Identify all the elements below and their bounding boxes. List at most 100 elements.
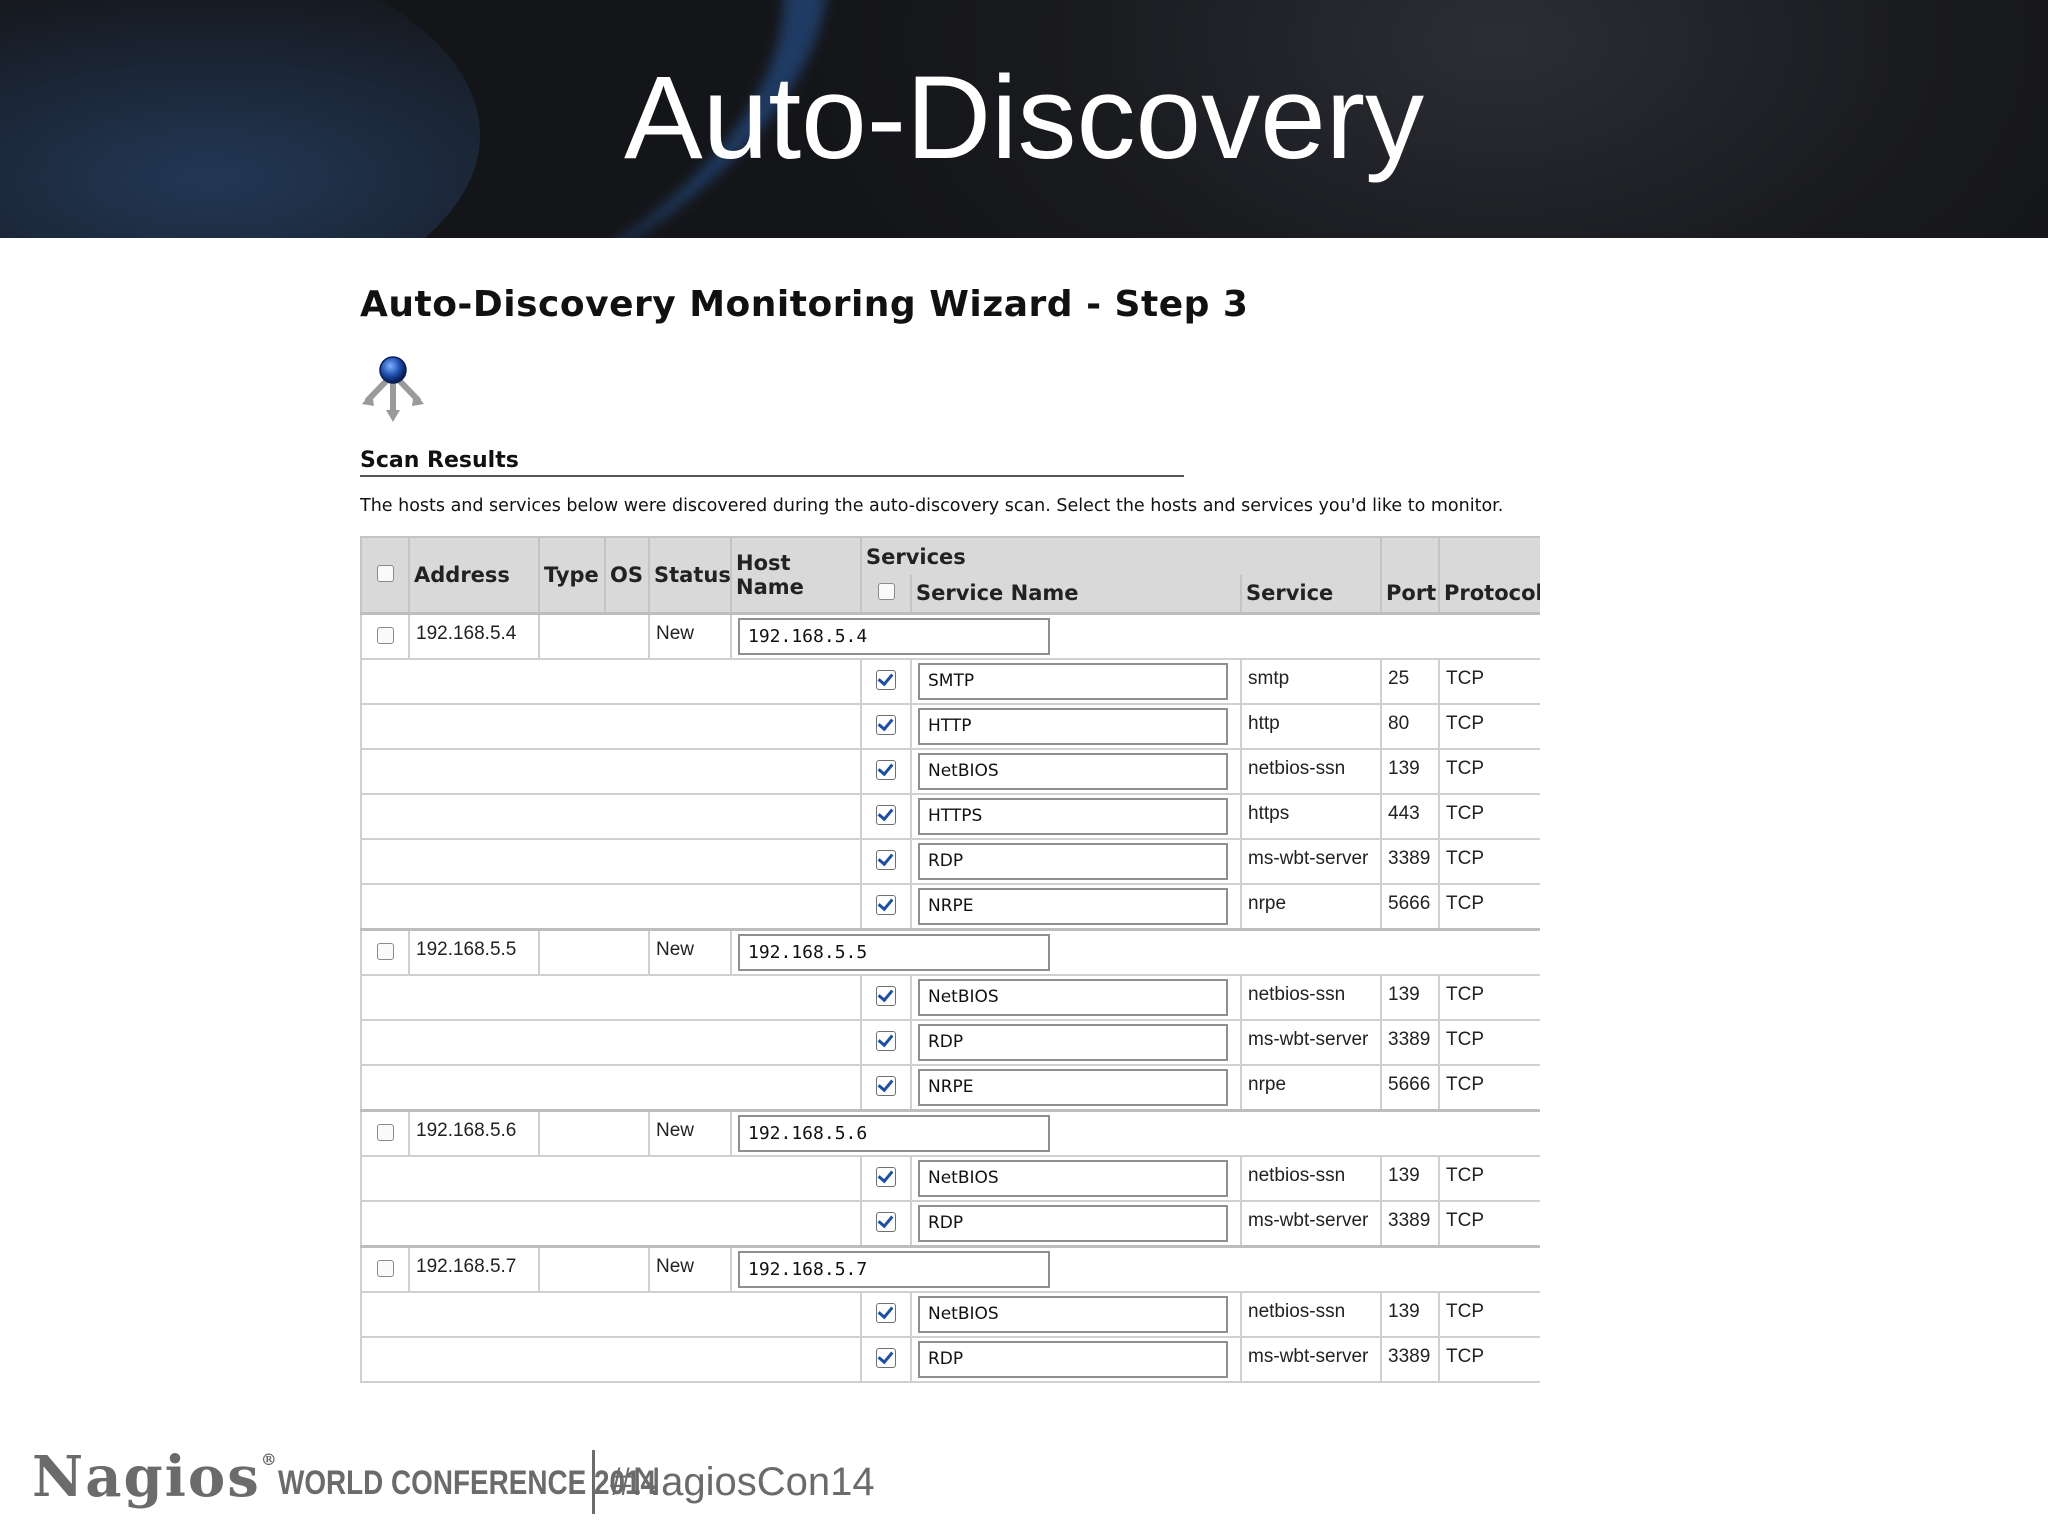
host-row: 192.168.5.7 New 192.168.5.7 [360, 1244, 1540, 1293]
host-status: New [656, 1119, 695, 1141]
service-protocol: TCP [1446, 1028, 1484, 1050]
service-name-input[interactable]: RDP [918, 1340, 1228, 1378]
service-checkbox-checked[interactable] [876, 669, 896, 690]
conference-name: WORLD CONFERENCE 2014 [278, 1464, 656, 1502]
service-row: NetBIOS netbios-ssn 139 TCP [360, 747, 1540, 795]
header-os: OS [604, 536, 650, 614]
service-checkbox-checked[interactable] [876, 804, 896, 825]
nagios-brand: Nagios [32, 1444, 261, 1510]
service-row: RDP ms-wbt-server 3389 TCP [360, 1335, 1540, 1383]
service-name-input[interactable]: NRPE [918, 1068, 1228, 1106]
host-select-checkbox[interactable] [376, 1123, 394, 1141]
header-status: Status [648, 536, 732, 614]
service-service: ms-wbt-server [1248, 847, 1369, 869]
service-name-input[interactable]: SMTP [918, 662, 1228, 700]
service-checkbox-checked[interactable] [876, 849, 896, 870]
service-row: NRPE nrpe 5666 TCP [360, 1063, 1540, 1111]
service-row: NetBIOS netbios-ssn 139 TCP [360, 1154, 1540, 1202]
service-name-input[interactable]: HTTPS [918, 797, 1228, 835]
service-port: 5666 [1388, 892, 1431, 914]
service-row: RDP ms-wbt-server 3389 TCP [360, 1199, 1540, 1247]
service-name-input[interactable]: NetBIOS [918, 978, 1228, 1016]
header-host-name: Host Name [730, 536, 862, 614]
service-checkbox-checked[interactable] [876, 1166, 896, 1187]
service-port: 3389 [1388, 1209, 1431, 1231]
service-service: netbios-ssn [1248, 757, 1346, 779]
slide-title: Auto-Discovery [623, 52, 1424, 184]
header-service-name: Service Name [910, 575, 1242, 614]
service-protocol: TCP [1446, 1073, 1484, 1095]
host-name-input[interactable]: 192.168.5.5 [738, 933, 1050, 971]
registered-mark: ® [260, 1450, 279, 1469]
service-row: HTTP http 80 TCP [360, 702, 1540, 750]
service-row: NetBIOS netbios-ssn 139 TCP [360, 973, 1540, 1021]
host-address: 192.168.5.5 [416, 938, 517, 960]
service-service: nrpe [1248, 1073, 1287, 1095]
host-select-checkbox[interactable] [376, 942, 394, 960]
service-service: ms-wbt-server [1248, 1345, 1369, 1367]
conference-footer: Nagios® WORLD CONFERENCE 2014 #NagiosCon… [32, 1440, 932, 1514]
header-port: Port [1380, 575, 1440, 614]
scan-results-description: The hosts and services below were discov… [360, 496, 1504, 516]
service-protocol: TCP [1446, 1209, 1484, 1231]
header-address: Address [408, 536, 540, 614]
service-port: 139 [1388, 757, 1420, 779]
service-checkbox-checked[interactable] [876, 1211, 896, 1232]
service-checkbox-checked[interactable] [876, 714, 896, 735]
host-address: 192.168.5.6 [416, 1119, 517, 1141]
service-port: 3389 [1388, 847, 1431, 869]
host-select-checkbox[interactable] [376, 1259, 394, 1277]
host-select-checkbox[interactable] [376, 626, 394, 644]
service-protocol: TCP [1446, 1345, 1484, 1367]
header-service: Service [1240, 575, 1382, 614]
host-name-input[interactable]: 192.168.5.7 [738, 1250, 1050, 1288]
service-service: smtp [1248, 667, 1290, 689]
slide-banner: Auto-Discovery [0, 0, 2048, 238]
service-name-input[interactable]: NetBIOS [918, 1159, 1228, 1197]
host-status: New [656, 1255, 695, 1277]
service-service: netbios-ssn [1248, 1300, 1346, 1322]
scan-results-table: Address Type OS Status Host Name Service… [360, 536, 1540, 1408]
service-checkbox-checked[interactable] [876, 894, 896, 915]
wizard-title: Auto-Discovery Monitoring Wizard - Step … [360, 284, 1249, 325]
service-name-input[interactable]: HTTP [918, 707, 1228, 745]
host-row: 192.168.5.5 New 192.168.5.5 [360, 927, 1540, 976]
service-row: RDP ms-wbt-server 3389 TCP [360, 1018, 1540, 1066]
service-row: RDP ms-wbt-server 3389 TCP [360, 837, 1540, 885]
service-protocol: TCP [1446, 667, 1484, 689]
host-row: 192.168.5.6 New 192.168.5.6 [360, 1108, 1540, 1157]
service-row: HTTPS https 443 TCP [360, 792, 1540, 840]
host-type-os-cell [538, 1108, 650, 1157]
service-name-input[interactable]: NetBIOS [918, 752, 1228, 790]
service-checkbox-checked[interactable] [876, 759, 896, 780]
service-name-input[interactable]: RDP [918, 842, 1228, 880]
footer-divider [592, 1450, 595, 1514]
select-all-hosts-checkbox[interactable] [376, 564, 394, 582]
service-protocol: TCP [1446, 1164, 1484, 1186]
host-name-input[interactable]: 192.168.5.6 [738, 1114, 1050, 1152]
service-checkbox-checked[interactable] [876, 1030, 896, 1051]
service-name-input[interactable]: RDP [918, 1023, 1228, 1061]
conference-hashtag: #NagiosCon14 [610, 1460, 875, 1504]
service-checkbox-checked[interactable] [876, 1347, 896, 1368]
header-services: Services [860, 536, 1241, 575]
service-checkbox-checked[interactable] [876, 985, 896, 1006]
network-discovery-icon [362, 356, 424, 422]
service-service: http [1248, 712, 1280, 734]
service-protocol: TCP [1446, 983, 1484, 1005]
service-port: 3389 [1388, 1345, 1431, 1367]
host-row: 192.168.5.4 New 192.168.5.4 [360, 611, 1540, 660]
service-row: NRPE nrpe 5666 TCP [360, 882, 1540, 930]
service-service: ms-wbt-server [1248, 1028, 1369, 1050]
service-checkbox-checked[interactable] [876, 1302, 896, 1323]
service-port: 25 [1388, 667, 1410, 689]
host-name-input[interactable]: 192.168.5.4 [738, 617, 1050, 655]
service-name-input[interactable]: RDP [918, 1204, 1228, 1242]
service-service: ms-wbt-server [1248, 1209, 1369, 1231]
service-checkbox-checked[interactable] [876, 1075, 896, 1096]
service-name-input[interactable]: NetBIOS [918, 1295, 1228, 1333]
select-all-services-checkbox[interactable] [877, 583, 895, 601]
service-protocol: TCP [1446, 802, 1484, 824]
host-address: 192.168.5.4 [416, 622, 517, 644]
service-name-input[interactable]: NRPE [918, 887, 1228, 925]
